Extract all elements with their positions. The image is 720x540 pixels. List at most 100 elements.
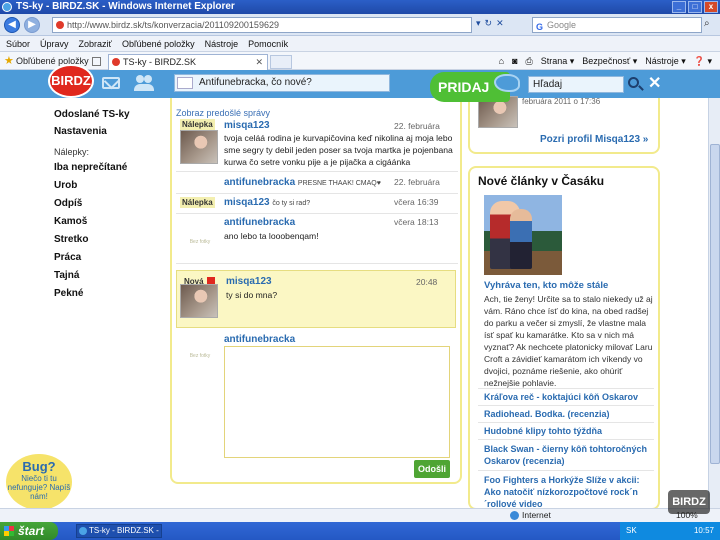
label-unread[interactable]: Iba neprečítané	[54, 162, 127, 173]
forward-button[interactable]: ▶	[24, 17, 40, 33]
close-window-button[interactable]: x	[704, 1, 718, 13]
article-link[interactable]: Black Swan - čierny kôň tohtoročných Osk…	[484, 443, 652, 467]
avatar[interactable]	[180, 130, 218, 164]
taskbar-item-ie[interactable]: TS-ky - BIRDZ.SK - W...	[76, 524, 162, 538]
divider	[478, 405, 654, 406]
article-link[interactable]: Foo Fighters a Horkýže Slíže v akcii: Ak…	[484, 474, 652, 510]
browser-search-input[interactable]: G Google	[532, 17, 702, 33]
articles-title: Nové články v Časáku	[478, 174, 605, 188]
command-help[interactable]: ❓ ▾	[694, 52, 712, 70]
divider	[478, 470, 654, 471]
favorites-star-icon[interactable]: ★	[4, 52, 14, 70]
scrollbar-thumb[interactable]	[710, 144, 720, 464]
featured-article-title[interactable]: Vyhráva ten, kto môže stále	[484, 280, 608, 291]
favorites-bar: ★ Obľúbené položky TS-ky - BIRDZ.SK ✕ ⌂ …	[0, 52, 720, 70]
send-button[interactable]: Odošli	[414, 460, 450, 478]
site-search-input[interactable]: Hľadaj	[528, 76, 624, 93]
message-text: tvoja celáá rodina je kurvapičovina keď …	[224, 133, 453, 167]
ie-icon	[79, 527, 87, 535]
label-stretko[interactable]: Stretko	[54, 234, 88, 245]
reply-sender[interactable]: antifunebracka	[224, 334, 295, 345]
start-label: štart	[18, 524, 45, 538]
tab-favicon-icon	[112, 58, 120, 66]
language-indicator[interactable]: SK	[626, 522, 637, 540]
label-pekne[interactable]: Pekné	[54, 288, 83, 299]
command-page[interactable]: Strana ▾	[541, 52, 575, 70]
print-icon[interactable]: ⎙	[526, 52, 533, 70]
message-date: 22. februára	[394, 121, 440, 131]
avatar[interactable]	[180, 284, 218, 318]
quick-tabs-icon[interactable]	[92, 57, 101, 66]
article-link[interactable]: Radiohead. Bodka. (recenzia)	[484, 408, 652, 420]
search-icon[interactable]	[628, 77, 639, 88]
url-input[interactable]: http://www.birdz.sk/ts/konverzacia/20110…	[52, 17, 472, 33]
article-photo[interactable]	[484, 195, 562, 275]
menu-favorites[interactable]: Obľúbené položky	[122, 36, 195, 51]
label-kamos[interactable]: Kamoš	[54, 216, 87, 227]
stop-icon[interactable]: ✕	[496, 18, 504, 29]
tab-close-icon[interactable]: ✕	[255, 55, 263, 69]
friends-icon[interactable]	[134, 75, 154, 91]
taskbar-item-label: TS-ky - BIRDZ.SK - W...	[89, 526, 161, 535]
message-label-badge[interactable]: Nálepka	[180, 197, 215, 208]
message-label-badge[interactable]: Nálepka	[180, 119, 215, 130]
command-safety[interactable]: Bezpečnosť ▾	[582, 52, 637, 70]
window-title: TS-ky - BIRDZ.SK - Windows Internet Expl…	[16, 1, 235, 12]
label-odpis[interactable]: Odpíš	[54, 198, 82, 209]
message-sender[interactable]: misqa123	[224, 120, 270, 131]
menu-file[interactable]: Súbor	[6, 36, 30, 51]
browser-search-icon[interactable]: ⌕	[704, 18, 710, 29]
bug-title: Bug?	[22, 459, 56, 474]
page-scrollbar[interactable]	[708, 98, 720, 508]
message-sender[interactable]: misqa123 čo ty si rad?	[224, 197, 310, 208]
back-button[interactable]: ◀	[4, 17, 20, 33]
menu-tools[interactable]: Nástroje	[205, 36, 239, 51]
bug-report-badge[interactable]: Bug? Niečo ti tu nefunguje? Napíš nám!	[6, 454, 72, 510]
address-bar: ◀ ▶ http://www.birdz.sk/ts/konverzacia/2…	[0, 14, 720, 36]
message-sender[interactable]: misqa123	[226, 276, 272, 287]
nav-settings[interactable]: Nastavenia	[54, 126, 107, 137]
new-tab-button[interactable]	[270, 55, 292, 69]
menu-edit[interactable]: Úpravy	[40, 36, 69, 51]
reply-textarea[interactable]	[224, 346, 450, 458]
message-date: včera 16:39	[394, 197, 439, 207]
command-tools[interactable]: Nástroje ▾	[645, 52, 686, 70]
feeds-icon[interactable]: ◙	[512, 52, 517, 70]
menu-help[interactable]: Pomocník	[248, 36, 288, 51]
message-inline-text: PRESNE THAAK! CMAQ♥	[297, 180, 381, 187]
birdz-logo[interactable]: BIRDZ	[48, 64, 94, 98]
article-link[interactable]: Kráľova reč - koktajúci kôň Oskarov	[484, 391, 652, 403]
site-favicon-icon	[56, 21, 64, 29]
bird-icon	[494, 74, 520, 92]
mini-avatar	[177, 77, 193, 89]
internet-zone-icon	[510, 511, 519, 520]
label-praca[interactable]: Práca	[54, 252, 81, 263]
clock[interactable]: 10:57	[694, 522, 714, 540]
browser-tab[interactable]: TS-ky - BIRDZ.SK ✕	[108, 54, 268, 70]
message-inline-text: čo ty si rad?	[272, 200, 311, 207]
default-avatar[interactable]: Bez fotky	[180, 232, 220, 252]
refresh-icon[interactable]: ↻	[485, 18, 493, 29]
nav-sent[interactable]: Odoslané TS-ky	[54, 109, 130, 120]
status-input[interactable]: Antifunebracka, čo nové?	[174, 74, 390, 92]
close-icon[interactable]: ✕	[648, 73, 661, 93]
dropdown-arrow-icon[interactable]: ▾	[476, 18, 481, 29]
window-controls: _ □ x	[672, 1, 718, 13]
maximize-button[interactable]: □	[688, 1, 702, 13]
previous-messages-link[interactable]: Zobraz predošlé správy	[176, 108, 270, 118]
start-button[interactable]: štart	[0, 522, 58, 540]
mail-icon[interactable]	[102, 77, 120, 89]
label-tajna[interactable]: Tajná	[54, 270, 79, 281]
message-sender[interactable]: antifunebracka	[224, 217, 295, 228]
divider	[478, 422, 654, 423]
home-icon[interactable]: ⌂	[499, 52, 504, 70]
default-avatar: Bez fotky	[189, 353, 211, 359]
label-urob[interactable]: Urob	[54, 180, 77, 191]
divider	[478, 439, 654, 440]
profile-link[interactable]: Pozri profil Misqa123 »	[540, 134, 648, 145]
article-link[interactable]: Hudobné klipy tohto týždňa	[484, 425, 652, 437]
window-titlebar: TS-ky - BIRDZ.SK - Windows Internet Expl…	[0, 0, 720, 14]
menu-view[interactable]: Zobraziť	[79, 36, 112, 51]
minimize-button[interactable]: _	[672, 1, 686, 13]
message-sender[interactable]: antifunebracka PRESNE THAAK! CMAQ♥	[224, 177, 381, 188]
